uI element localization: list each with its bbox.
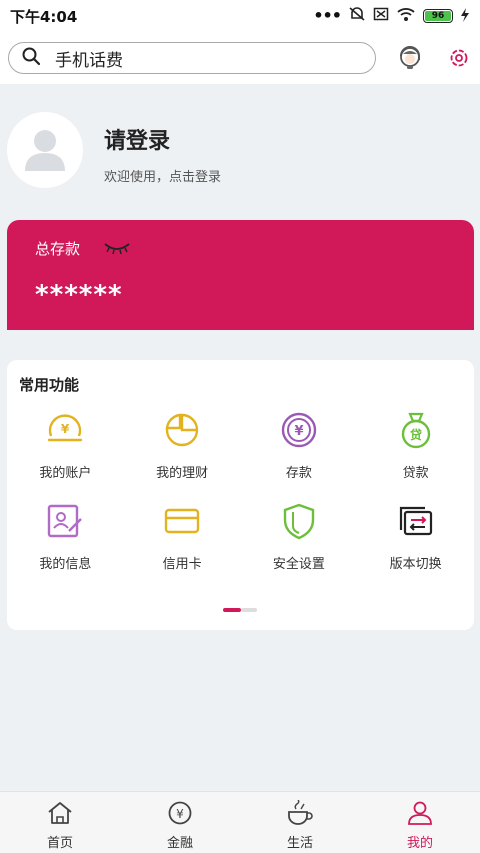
home-icon [46, 800, 74, 830]
avatar[interactable] [7, 112, 83, 188]
profile-card-icon [45, 501, 85, 541]
common-functions-card: 常用功能 ¥ 我的账户 我的理财 ¥ 存款 贷 贷款 我的信息 信用卡 安全设置… [7, 360, 474, 630]
login-subtitle[interactable]: 欢迎使用，点击登录 [104, 166, 221, 185]
function-label: 贷款 [402, 466, 429, 481]
deposit-amount: ****** [35, 280, 123, 310]
shield-icon [279, 501, 319, 541]
eye-closed-icon[interactable] [103, 240, 131, 260]
customer-service-icon[interactable] [394, 42, 426, 74]
function-version-switch[interactable]: 版本切换 [357, 501, 474, 572]
function-my-account[interactable]: ¥ 我的账户 [7, 410, 124, 481]
settings-icon[interactable] [443, 42, 475, 74]
tab-label: 首页 [46, 836, 73, 851]
battery-level: 96 [431, 11, 445, 21]
svg-text:贷: 贷 [410, 427, 422, 442]
sim-icon [373, 6, 389, 26]
tab-life[interactable]: 生活 [240, 792, 360, 853]
tab-label: 金融 [166, 836, 193, 851]
function-label: 我的账户 [39, 466, 92, 481]
svg-text:¥: ¥ [176, 807, 184, 821]
function-security[interactable]: 安全设置 [241, 501, 358, 572]
svg-text:¥: ¥ [61, 422, 70, 436]
svg-text:¥: ¥ [294, 424, 303, 439]
header: 手机话费 [0, 32, 480, 84]
deposit-coin-icon: ¥ [279, 410, 319, 450]
credit-card-icon [162, 501, 202, 541]
function-my-info[interactable]: 我的信息 [7, 501, 124, 572]
wifi-icon [396, 6, 416, 26]
deposit-card: 总存款 ****** [7, 220, 474, 330]
deposit-label: 总存款 [35, 240, 81, 258]
search-text: 手机话费 [55, 50, 123, 71]
function-credit-card[interactable]: 信用卡 [124, 501, 241, 572]
tab-finance[interactable]: ¥ 金融 [120, 792, 240, 853]
search-icon [21, 46, 41, 70]
tab-home[interactable]: 首页 [0, 792, 120, 853]
function-deposit[interactable]: ¥ 存款 [241, 410, 358, 481]
page-dot-active [223, 608, 241, 612]
mute-icon [348, 6, 366, 26]
function-my-wealth[interactable]: 我的理财 [124, 410, 241, 481]
page-indicator [223, 608, 257, 612]
page-dot-inactive [241, 608, 257, 612]
user-icon [406, 800, 434, 830]
functions-title: 常用功能 [19, 376, 80, 394]
function-loan[interactable]: 贷 贷款 [357, 410, 474, 481]
life-cup-icon [285, 799, 315, 830]
login-title[interactable]: 请登录 [104, 123, 170, 155]
tab-mine[interactable]: 我的 [360, 792, 480, 853]
function-label: 存款 [285, 466, 312, 481]
search-input[interactable]: 手机话费 [8, 42, 376, 74]
pie-chart-icon [162, 410, 202, 450]
status-bar: 下午4:04 ••• 96 [0, 0, 480, 32]
functions-grid: ¥ 我的账户 我的理财 ¥ 存款 贷 贷款 我的信息 信用卡 安全设置 版本切换 [7, 410, 474, 572]
function-label: 版本切换 [389, 557, 442, 572]
profile-section[interactable]: 请登录 欢迎使用，点击登录 [0, 96, 480, 206]
function-label: 我的理财 [156, 466, 209, 481]
finance-icon: ¥ [166, 800, 194, 830]
switch-icon [396, 501, 436, 541]
account-icon: ¥ [45, 410, 85, 450]
tab-label: 我的 [406, 836, 433, 851]
tab-label: 生活 [286, 836, 313, 851]
charging-icon [460, 7, 470, 26]
loan-bag-icon: 贷 [396, 410, 436, 450]
battery-icon: 96 [423, 9, 453, 23]
function-label: 我的信息 [39, 557, 92, 572]
bottom-tab-bar: 首页 ¥ 金融 生活 我的 [0, 791, 480, 853]
status-time: 下午4:04 [10, 7, 78, 26]
function-label: 安全设置 [272, 557, 325, 572]
function-label: 信用卡 [162, 557, 202, 572]
status-icons: ••• 96 [313, 6, 470, 26]
more-dots-icon: ••• [313, 6, 342, 25]
